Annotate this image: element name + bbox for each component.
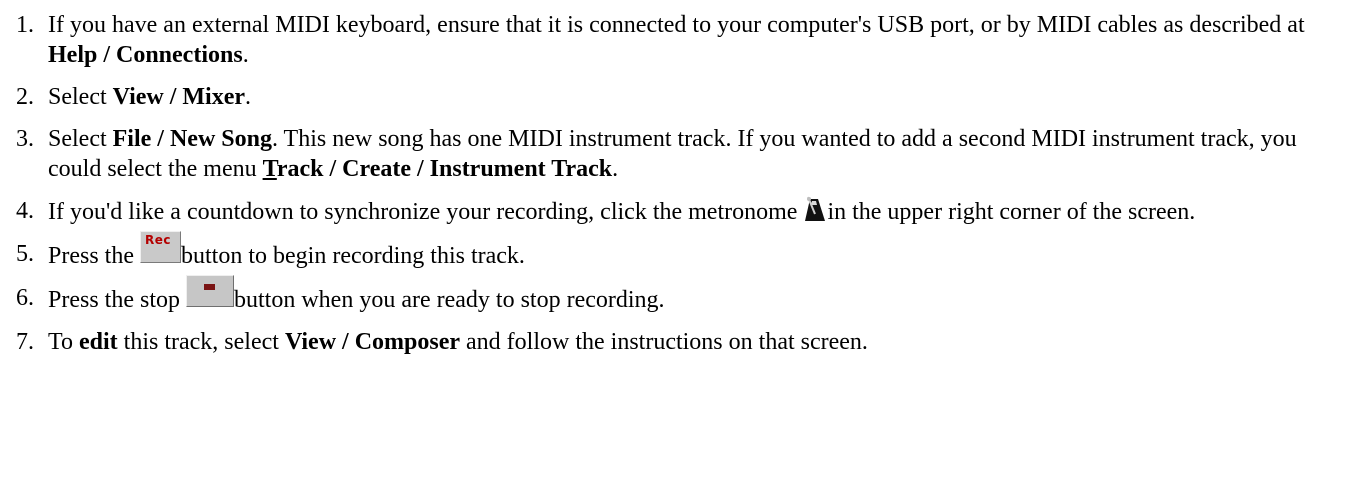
step-text: Press the stop button when you are ready… [48,275,1347,315]
step-text-part: Select [48,126,113,152]
step-text: If you'd like a countdown to synchronize… [48,196,1347,227]
step-text-part: in the upper right corner of the screen. [827,199,1196,225]
menu-accelerator: T [262,156,277,182]
step-text: If you have an external MIDI keyboard, e… [48,10,1347,70]
menu-path: View / Mixer [112,84,246,110]
menu-path: Help / Connections [48,42,243,68]
list-item: 3. Select File / New Song. This new song… [0,124,1347,184]
list-item: 7. To edit this track, select View / Com… [0,327,1347,357]
step-text-part: button to begin recording this track. [181,243,525,269]
stop-icon [186,275,234,307]
step-number: 2. [16,84,34,110]
step-number: 1. [16,12,34,38]
step-number: 4. [16,198,34,224]
list-item: 6. Press the stop button when you are re… [0,275,1347,315]
step-number: 7. [16,329,34,355]
instruction-list: 1. If you have an external MIDI keyboard… [0,0,1347,357]
metronome-icon [803,196,827,222]
step-text: Select File / New Song. This new song ha… [48,124,1347,184]
step-number: 6. [16,285,34,311]
step-text-part: . [242,42,249,68]
step-text-part: this track, select [117,329,285,355]
list-item: 5. Press the Rec button to begin recordin… [0,231,1347,271]
step-text: Press the Rec button to begin recording t… [48,231,1347,271]
record-button-icon: Rec [140,231,181,263]
step-text-part: button when you are ready to stop record… [234,287,665,313]
step-text-part: Press the [48,243,140,269]
emphasis-text: edit [78,329,118,355]
list-item: 1. If you have an external MIDI keyboard… [0,10,1347,70]
menu-path: File / New Song [112,126,272,152]
list-item: 2. Select View / Mixer. [0,82,1347,112]
step-text-part: . [245,84,252,110]
menu-path: rack / Create / Instrument Track [276,156,613,182]
step-text-part: and follow the instructions on that scre… [460,329,868,355]
step-text-part: If you have an external MIDI keyboard, e… [48,12,1305,38]
list-item: 4. If you'd like a countdown to synchron… [0,196,1347,227]
step-text-part: Select [48,84,113,110]
step-text: To edit this track, select View / Compos… [48,327,1347,357]
step-number: 5. [16,241,34,267]
step-text: Select View / Mixer. [48,82,1347,112]
step-number: 3. [16,126,34,152]
record-button-label: Rec [145,233,171,247]
step-text-part: To [48,329,79,355]
step-text-part: . [612,156,619,182]
step-text-part: Press the stop [48,287,186,313]
menu-path: View / Composer [284,329,461,355]
step-text-part: If you'd like a countdown to synchronize… [48,199,804,225]
